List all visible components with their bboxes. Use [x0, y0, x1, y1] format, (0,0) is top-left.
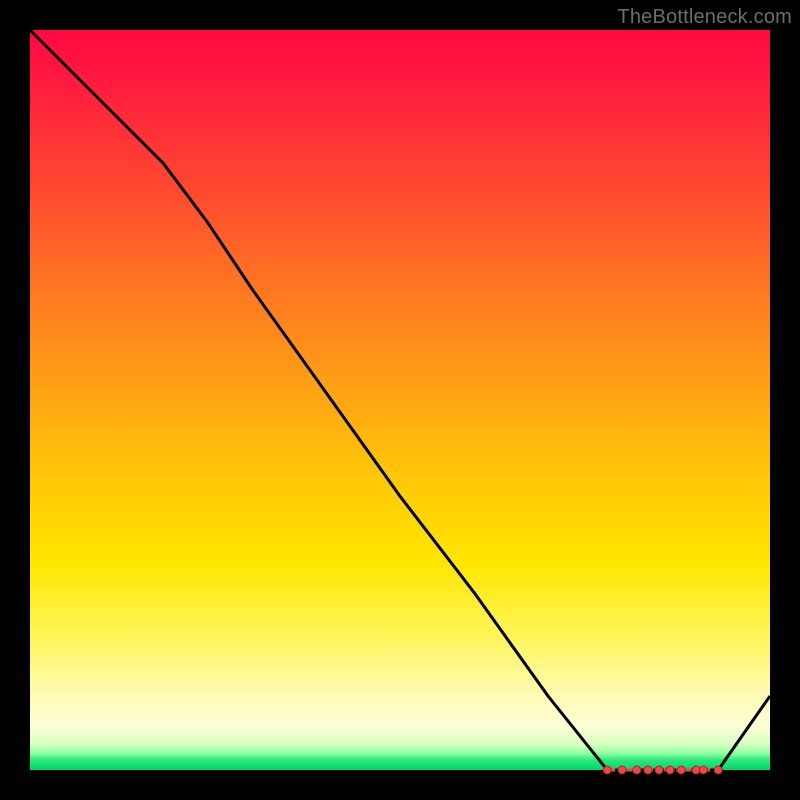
data-marker — [618, 766, 626, 774]
data-marker — [699, 766, 707, 774]
chart-overlay — [30, 30, 770, 770]
data-marker — [603, 766, 611, 774]
data-marker — [666, 766, 674, 774]
watermark-text: TheBottleneck.com — [617, 6, 792, 29]
data-marker — [644, 766, 652, 774]
data-markers — [603, 766, 722, 774]
data-marker — [692, 766, 700, 774]
data-marker — [655, 766, 663, 774]
data-marker — [714, 766, 722, 774]
data-marker — [633, 766, 641, 774]
data-line — [30, 30, 770, 770]
data-marker — [677, 766, 685, 774]
